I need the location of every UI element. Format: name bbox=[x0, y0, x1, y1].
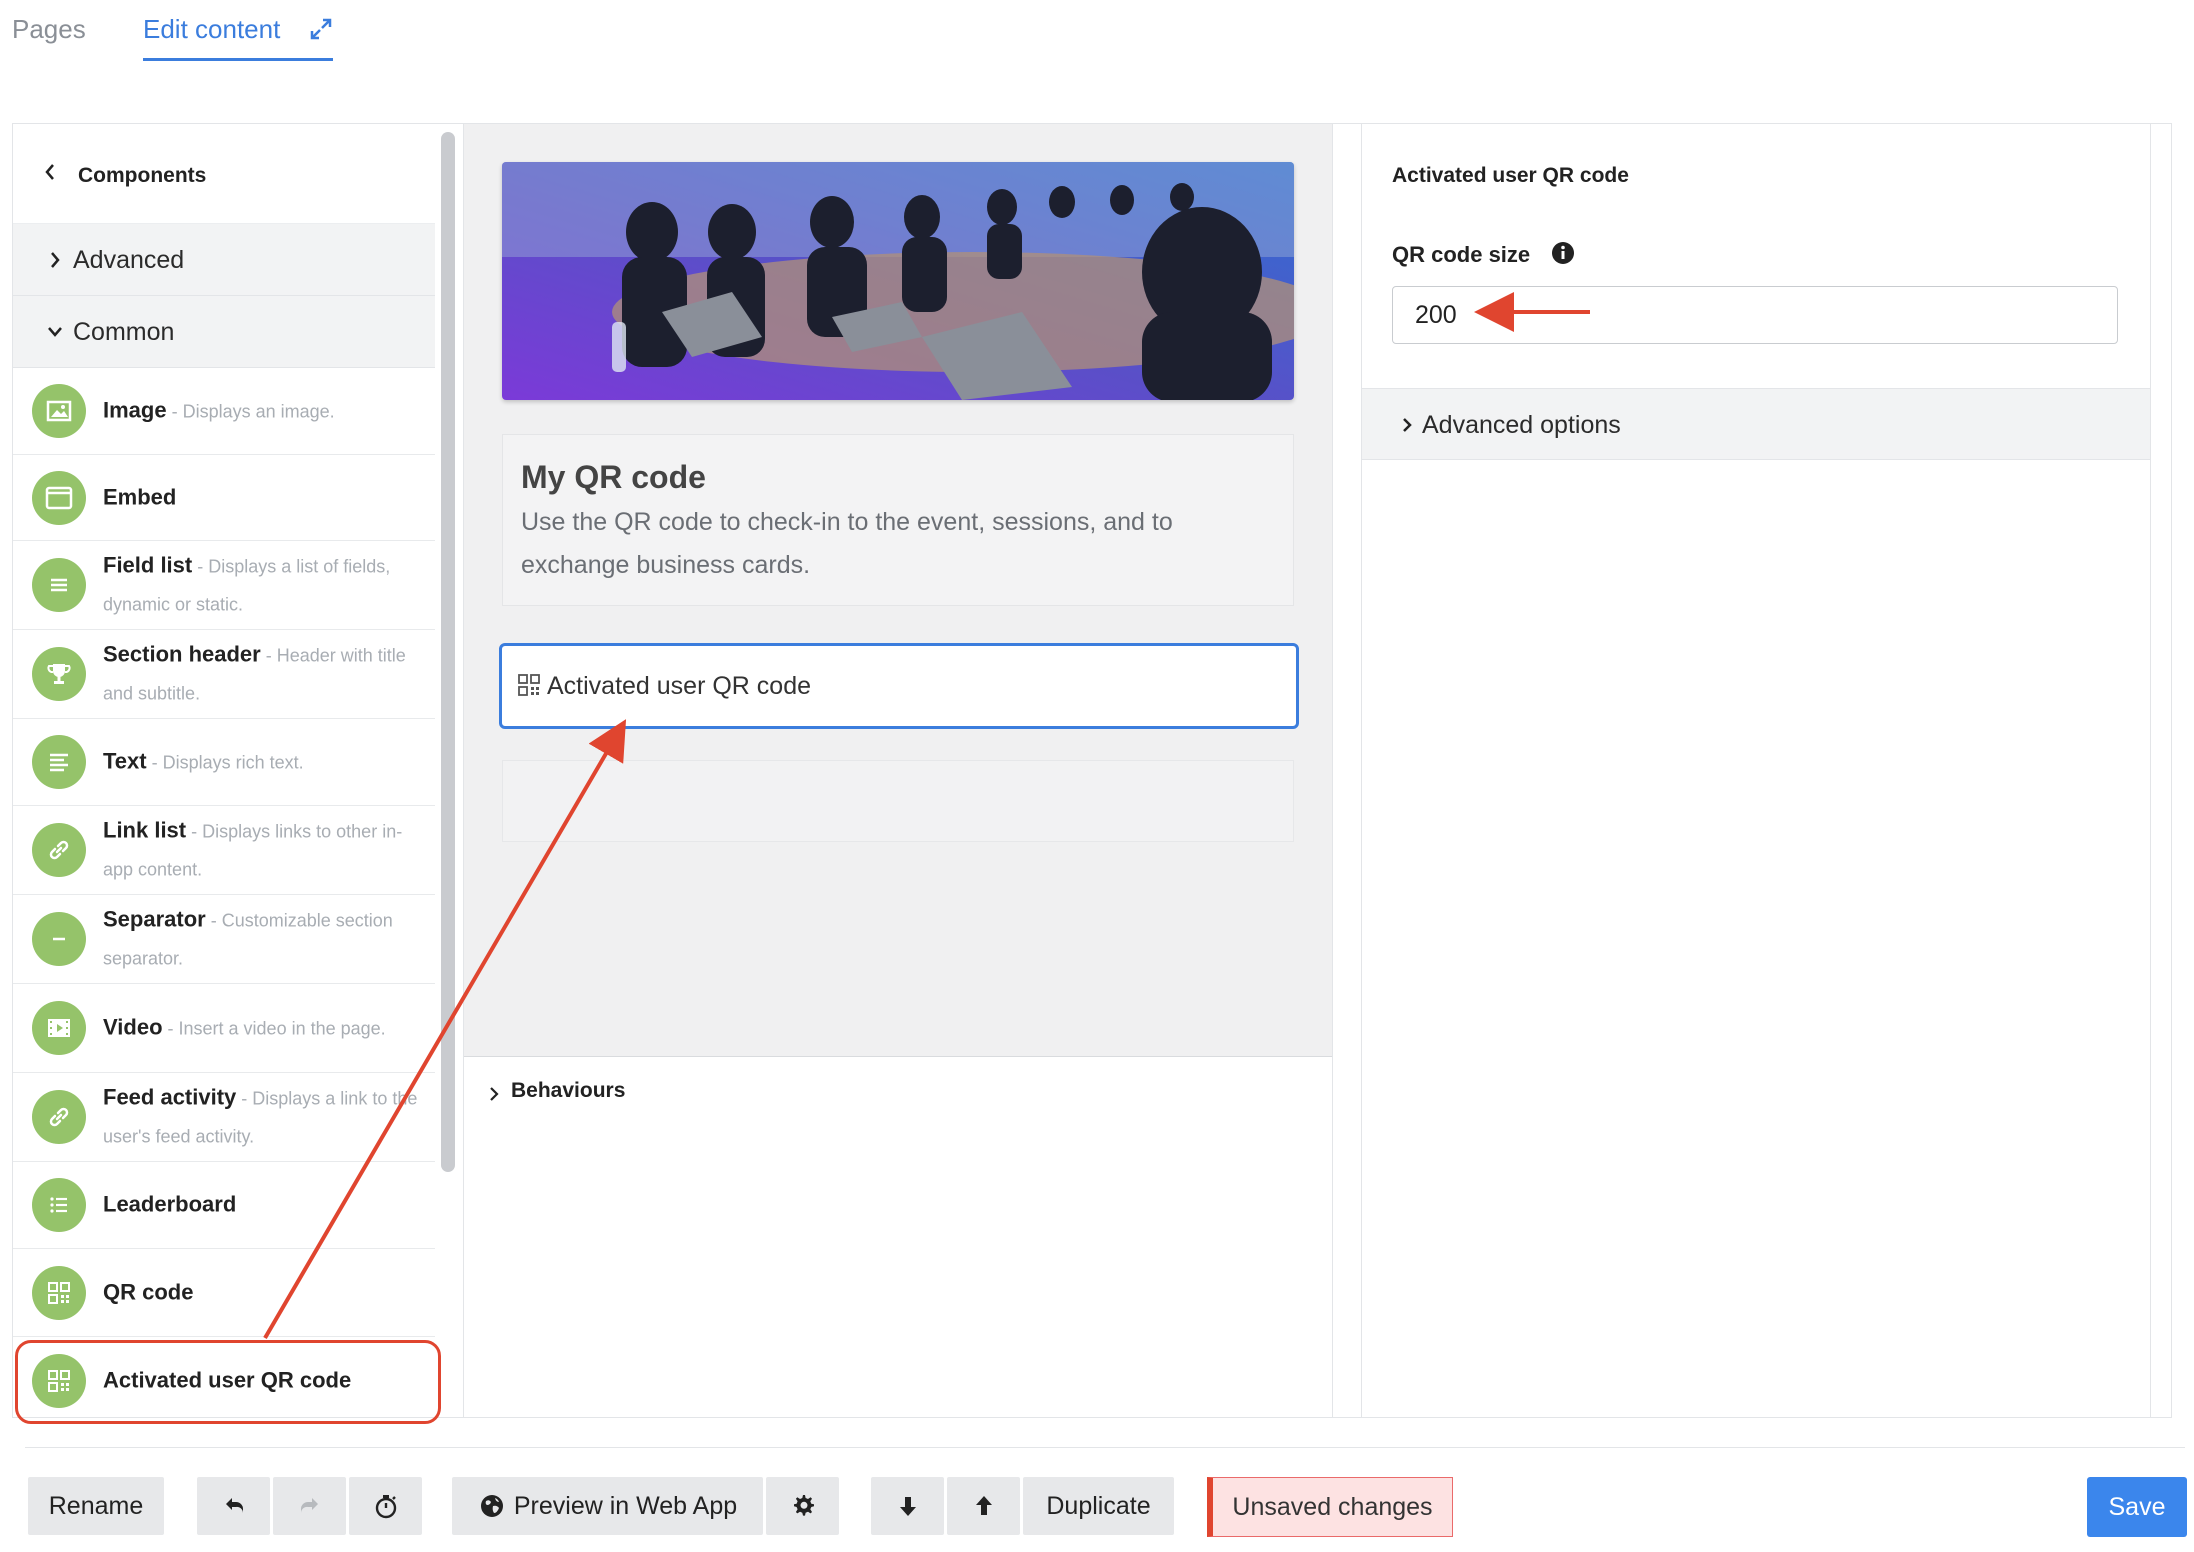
components-panel: Components Advanced Common Image - Displ… bbox=[13, 124, 435, 1417]
chevron-right-icon bbox=[51, 252, 60, 268]
tab-pages[interactable]: Pages bbox=[12, 14, 86, 45]
ordered-list-icon bbox=[32, 1178, 86, 1232]
component-name: Image bbox=[103, 397, 167, 423]
link-icon bbox=[32, 823, 86, 877]
redo-icon bbox=[300, 1498, 318, 1513]
active-tab-indicator bbox=[143, 58, 333, 61]
rename-label: Rename bbox=[48, 1491, 144, 1520]
chevron-down-icon bbox=[48, 327, 62, 337]
stopwatch-icon bbox=[375, 1495, 396, 1519]
banner-photo-illustration bbox=[502, 162, 1294, 400]
annotation-highlight-box bbox=[15, 1340, 441, 1424]
component-qr-code[interactable]: QR code bbox=[13, 1249, 435, 1337]
component-desc: - Displays rich text. bbox=[146, 752, 304, 773]
component-name: Video bbox=[103, 1014, 163, 1040]
selected-qr-block[interactable]: Activated user QR code bbox=[499, 643, 1299, 729]
preview-label: Preview in Web App bbox=[513, 1491, 738, 1520]
advanced-options-label: Advanced options bbox=[1422, 411, 1621, 439]
unsaved-changes-indicator[interactable]: Unsaved changes bbox=[1207, 1477, 1453, 1537]
settings-panel: Activated user QR code QR code size Adva… bbox=[1361, 124, 2151, 1417]
component-section-header[interactable]: Section header - Header with title and s… bbox=[13, 630, 435, 719]
selected-block-label: Activated user QR code bbox=[547, 672, 812, 700]
move-up-button[interactable] bbox=[947, 1477, 1020, 1535]
component-name: QR code bbox=[103, 1279, 194, 1304]
settings-title: Activated user QR code bbox=[1392, 164, 1629, 187]
preview-web-app-button[interactable]: Preview in Web App bbox=[452, 1477, 763, 1535]
behaviours-label: Behaviours bbox=[511, 1079, 626, 1102]
info-icon[interactable] bbox=[1550, 240, 1576, 266]
page-canvas-panel: My QR code Use the QR code to check-in t… bbox=[463, 124, 1333, 1417]
rename-button[interactable]: Rename bbox=[28, 1477, 164, 1535]
component-name: Link list bbox=[103, 817, 187, 843]
page-canvas: My QR code Use the QR code to check-in t… bbox=[464, 124, 1332, 1057]
category-label: Common bbox=[73, 318, 175, 346]
components-header[interactable]: Components bbox=[13, 124, 435, 224]
undo-button[interactable] bbox=[197, 1477, 270, 1535]
component-name: Embed bbox=[103, 484, 177, 509]
tab-edit-content[interactable]: Edit content bbox=[143, 14, 280, 45]
components-scrollbar[interactable] bbox=[441, 132, 455, 1172]
qr-code-icon bbox=[32, 1265, 86, 1320]
gear-icon bbox=[793, 1495, 814, 1516]
component-separator[interactable]: Separator - Customizable section separat… bbox=[13, 895, 435, 984]
component-link-list[interactable]: Link list - Displays links to other in-a… bbox=[13, 806, 435, 895]
banner-image[interactable] bbox=[502, 162, 1294, 400]
undo-icon bbox=[225, 1498, 243, 1513]
qr-size-label: QR code size bbox=[1392, 242, 1531, 267]
duplicate-button[interactable]: Duplicate bbox=[1023, 1477, 1174, 1535]
chevron-left-icon[interactable] bbox=[43, 162, 57, 182]
globe-icon bbox=[480, 1495, 503, 1517]
category-common[interactable]: Common bbox=[13, 296, 435, 368]
component-name: Text bbox=[103, 748, 147, 774]
trophy-icon bbox=[32, 647, 86, 701]
component-field-list[interactable]: Field list - Displays a list of fields, … bbox=[13, 541, 435, 630]
expand-icon[interactable] bbox=[308, 16, 334, 42]
redo-button[interactable] bbox=[273, 1477, 346, 1535]
category-advanced[interactable]: Advanced bbox=[13, 224, 435, 296]
component-video[interactable]: Video - Insert a video in the page. bbox=[13, 984, 435, 1073]
top-tabs: Pages Edit content bbox=[0, 0, 2194, 80]
component-desc: - Insert a video in the page. bbox=[162, 1018, 386, 1039]
components-title: Components bbox=[78, 164, 207, 187]
empty-drop-zone[interactable] bbox=[502, 760, 1294, 842]
component-feed-activity[interactable]: Feed activity - Displays a link to the u… bbox=[13, 1073, 435, 1162]
film-icon bbox=[32, 1001, 86, 1055]
settings-button[interactable] bbox=[766, 1477, 839, 1535]
card-description: Use the QR code to check-in to the event… bbox=[521, 508, 1173, 579]
save-label: Save bbox=[2108, 1492, 2166, 1521]
card-title: My QR code bbox=[521, 459, 706, 495]
arrow-down-icon bbox=[899, 1497, 916, 1516]
history-button[interactable] bbox=[349, 1477, 422, 1535]
component-name: Field list bbox=[103, 552, 193, 578]
browser-window-icon bbox=[32, 470, 86, 525]
component-name: Separator bbox=[103, 906, 206, 932]
duplicate-label: Duplicate bbox=[1046, 1491, 1151, 1520]
advanced-options-toggle[interactable]: Advanced options bbox=[1362, 388, 2150, 460]
chevron-right-icon bbox=[490, 1087, 499, 1101]
qr-info-card[interactable]: My QR code Use the QR code to check-in t… bbox=[502, 434, 1294, 606]
minus-icon bbox=[32, 912, 86, 966]
component-leaderboard[interactable]: Leaderboard bbox=[13, 1162, 435, 1249]
toolbar-divider bbox=[25, 1447, 2185, 1448]
list-icon bbox=[32, 558, 86, 612]
link-icon bbox=[32, 1090, 86, 1144]
arrow-up-icon bbox=[975, 1496, 992, 1515]
align-left-icon bbox=[32, 735, 86, 789]
component-embed[interactable]: Embed bbox=[13, 455, 435, 541]
unsaved-label: Unsaved changes bbox=[1232, 1492, 1433, 1521]
component-image[interactable]: Image - Displays an image. bbox=[13, 368, 435, 455]
qr-code-icon bbox=[518, 674, 540, 696]
save-button[interactable]: Save bbox=[2087, 1477, 2187, 1537]
component-name: Leaderboard bbox=[103, 1191, 237, 1217]
qr-size-input[interactable] bbox=[1392, 286, 2118, 344]
category-label: Advanced bbox=[73, 246, 185, 274]
editor-frame: Components Advanced Common Image - Displ… bbox=[12, 123, 2172, 1418]
component-name: Section header bbox=[103, 641, 261, 667]
component-name: Feed activity bbox=[103, 1084, 237, 1110]
image-icon bbox=[32, 384, 86, 438]
move-down-button[interactable] bbox=[871, 1477, 944, 1535]
component-desc: - Displays an image. bbox=[166, 401, 335, 422]
component-text[interactable]: Text - Displays rich text. bbox=[13, 719, 435, 806]
chevron-right-icon bbox=[1403, 418, 1412, 432]
